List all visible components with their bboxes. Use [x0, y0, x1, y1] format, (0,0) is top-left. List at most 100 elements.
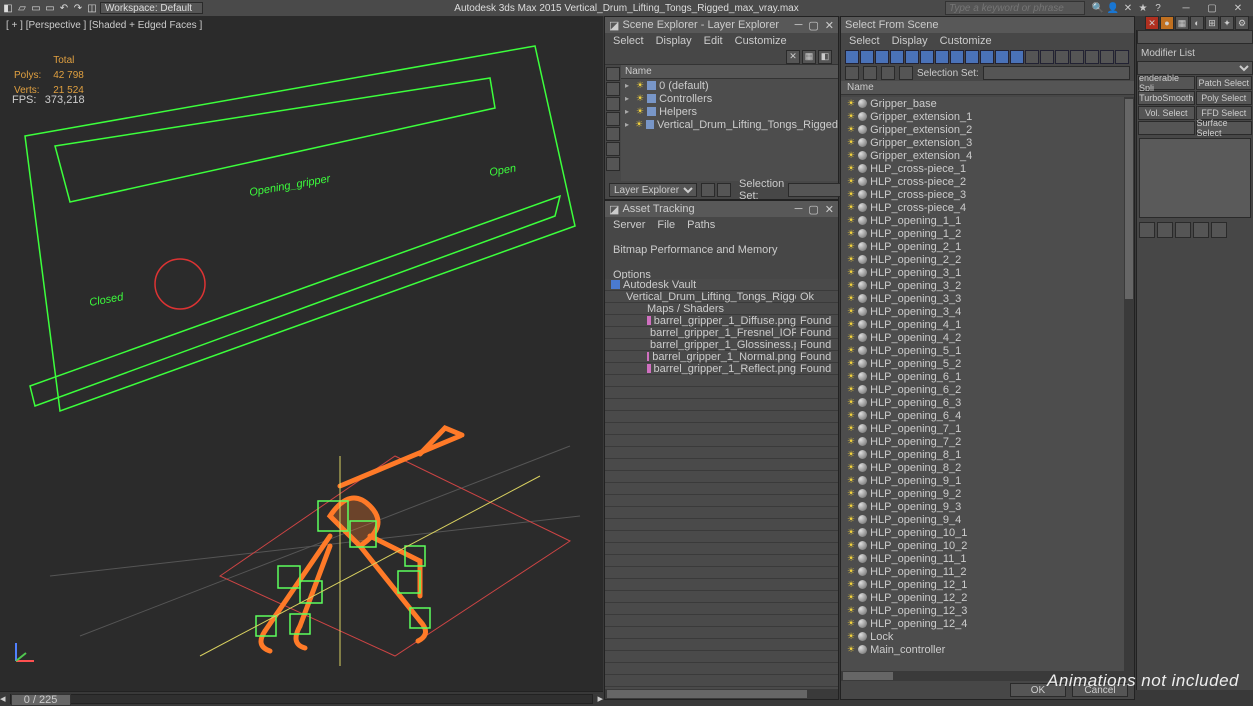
- filter-icon[interactable]: [995, 50, 1009, 64]
- list-item[interactable]: ☀HLP_opening_3_1: [841, 266, 1124, 279]
- list-item[interactable]: ☀HLP_cross-piece_1: [841, 162, 1124, 175]
- filter-geom-icon[interactable]: [606, 67, 620, 81]
- help-icon[interactable]: ?: [1151, 1, 1165, 15]
- filter-icon[interactable]: [950, 50, 964, 64]
- selection-set-input[interactable]: [983, 66, 1130, 80]
- select-filter-icon[interactable]: ●: [1160, 16, 1174, 30]
- filter-icon[interactable]: ◧: [818, 50, 832, 64]
- tool-icon[interactable]: ⊞: [1205, 16, 1219, 30]
- column-header-name[interactable]: Name: [621, 65, 838, 79]
- list-item[interactable]: ☀HLP_opening_6_3: [841, 396, 1124, 409]
- tool-icon[interactable]: ⚙: [1235, 16, 1249, 30]
- help-search-input[interactable]: [945, 1, 1085, 15]
- list-item[interactable]: ☀Gripper_extension_4: [841, 149, 1124, 162]
- workspace-dropdown[interactable]: Workspace: Default: [100, 2, 203, 14]
- tool-icon[interactable]: [899, 66, 913, 80]
- asset-tracking-title[interactable]: ◪ Asset Tracking ─ ▢ ✕: [605, 201, 838, 217]
- filter-icon[interactable]: [890, 50, 904, 64]
- exchange-icon[interactable]: ✕: [1121, 1, 1135, 15]
- list-item[interactable]: ☀HLP_cross-piece_3: [841, 188, 1124, 201]
- maximize-icon[interactable]: ▢: [808, 19, 818, 32]
- filter-space-icon[interactable]: [606, 142, 620, 156]
- filter-helper-icon[interactable]: [606, 127, 620, 141]
- undo-icon[interactable]: ↶: [58, 2, 70, 14]
- close-button[interactable]: ✕: [1225, 1, 1251, 15]
- tool-icon[interactable]: [863, 66, 877, 80]
- sfs-column-header[interactable]: Name: [841, 81, 1134, 95]
- pin-icon[interactable]: [1139, 222, 1155, 238]
- foot-icon[interactable]: [717, 183, 731, 197]
- list-item[interactable]: ☀HLP_opening_2_2: [841, 253, 1124, 266]
- app-icon[interactable]: ◧: [2, 2, 14, 14]
- explorer-mode-select[interactable]: Layer Explorer: [609, 183, 697, 197]
- modifier-search-input[interactable]: [1137, 30, 1253, 44]
- scrollbar-thumb[interactable]: [1125, 99, 1133, 299]
- filter-icon[interactable]: [935, 50, 949, 64]
- timeline-arrow-left[interactable]: ◂: [0, 692, 6, 705]
- list-item[interactable]: ☀HLP_opening_9_3: [841, 500, 1124, 513]
- modifier-button[interactable]: Patch Select: [1196, 76, 1253, 90]
- list-item[interactable]: ☀Main_controller: [841, 643, 1124, 656]
- list-item[interactable]: ☀HLP_opening_7_1: [841, 422, 1124, 435]
- list-item[interactable]: ☀HLP_opening_3_4: [841, 305, 1124, 318]
- list-item[interactable]: ☀HLP_opening_7_2: [841, 435, 1124, 448]
- scene-explorer-title[interactable]: ◪ Scene Explorer - Layer Explorer ─ ▢ ✕: [605, 17, 838, 33]
- open-icon[interactable]: ▭: [30, 2, 42, 14]
- filter-bone-icon[interactable]: [606, 157, 620, 171]
- filter-icon[interactable]: [1040, 50, 1054, 64]
- time-slider[interactable]: ◂ 0 / 225 ▸: [0, 691, 603, 705]
- asset-row[interactable]: Vertical_Drum_Lifting_Tongs_Rigged_max_v…: [605, 291, 838, 303]
- list-item[interactable]: ☀Gripper_extension_3: [841, 136, 1124, 149]
- filter-icon[interactable]: [1085, 50, 1099, 64]
- filter-icon[interactable]: [905, 50, 919, 64]
- sfs-list[interactable]: ☀Gripper_base☀Gripper_extension_1☀Grippe…: [841, 97, 1124, 671]
- clear-icon[interactable]: ✕: [786, 50, 800, 64]
- menu-select[interactable]: Select: [613, 35, 644, 47]
- favorites-icon[interactable]: ★: [1136, 1, 1150, 15]
- menu-bitmap[interactable]: Bitmap Performance and Memory: [613, 244, 777, 257]
- list-item[interactable]: ☀HLP_cross-piece_2: [841, 175, 1124, 188]
- tree-row[interactable]: ▸☀Controllers: [621, 92, 838, 105]
- menu-customize[interactable]: Customize: [735, 35, 787, 47]
- modifier-button[interactable]: Surface Select: [1196, 121, 1253, 135]
- new-icon[interactable]: ▱: [16, 2, 28, 14]
- menu-paths[interactable]: Paths: [687, 219, 715, 232]
- tool-icon[interactable]: ◐: [1190, 16, 1204, 30]
- filter-light-icon[interactable]: [606, 97, 620, 111]
- filter-icon[interactable]: [1070, 50, 1084, 64]
- filter-icon[interactable]: [1025, 50, 1039, 64]
- list-item[interactable]: ☀HLP_cross-piece_4: [841, 201, 1124, 214]
- help-search[interactable]: [945, 1, 1085, 15]
- menu-display[interactable]: Display: [892, 35, 928, 47]
- list-item[interactable]: ☀HLP_opening_11_1: [841, 552, 1124, 565]
- list-item[interactable]: ☀HLP_opening_9_1: [841, 474, 1124, 487]
- timeline-track[interactable]: 0 / 225: [10, 694, 594, 704]
- asset-row[interactable]: barrel_gripper_1_Reflect.pngFound: [605, 363, 838, 375]
- minimize-icon[interactable]: ─: [795, 203, 803, 216]
- timeline-arrow-right[interactable]: ▸: [597, 692, 603, 705]
- asset-row[interactable]: Maps / Shaders: [605, 303, 838, 315]
- filter-icon[interactable]: [1100, 50, 1114, 64]
- menu-select[interactable]: Select: [849, 35, 880, 47]
- link-icon[interactable]: ◫: [86, 2, 98, 14]
- asset-row[interactable]: barrel_gripper_1_Normal.pngFound: [605, 351, 838, 363]
- show-end-icon[interactable]: [1157, 222, 1173, 238]
- list-item[interactable]: ☀HLP_opening_10_1: [841, 526, 1124, 539]
- filter-icon[interactable]: [965, 50, 979, 64]
- tool-icon[interactable]: [845, 66, 859, 80]
- list-item[interactable]: ☀HLP_opening_5_2: [841, 357, 1124, 370]
- filter-icon[interactable]: [920, 50, 934, 64]
- list-item[interactable]: ☀HLP_opening_9_4: [841, 513, 1124, 526]
- list-item[interactable]: ☀Lock: [841, 630, 1124, 643]
- filter-icon[interactable]: [1115, 50, 1129, 64]
- list-item[interactable]: ☀HLP_opening_12_4: [841, 617, 1124, 630]
- filter-cam-icon[interactable]: [606, 112, 620, 126]
- menu-edit[interactable]: Edit: [704, 35, 723, 47]
- filter-icon[interactable]: [1055, 50, 1069, 64]
- close-panel-icon[interactable]: ✕: [1145, 16, 1159, 30]
- asset-hscrollbar[interactable]: [605, 689, 838, 699]
- filter-icon[interactable]: [860, 50, 874, 64]
- tool-icon[interactable]: ✦: [1220, 16, 1234, 30]
- filter-shape-icon[interactable]: [606, 82, 620, 96]
- list-item[interactable]: ☀HLP_opening_11_2: [841, 565, 1124, 578]
